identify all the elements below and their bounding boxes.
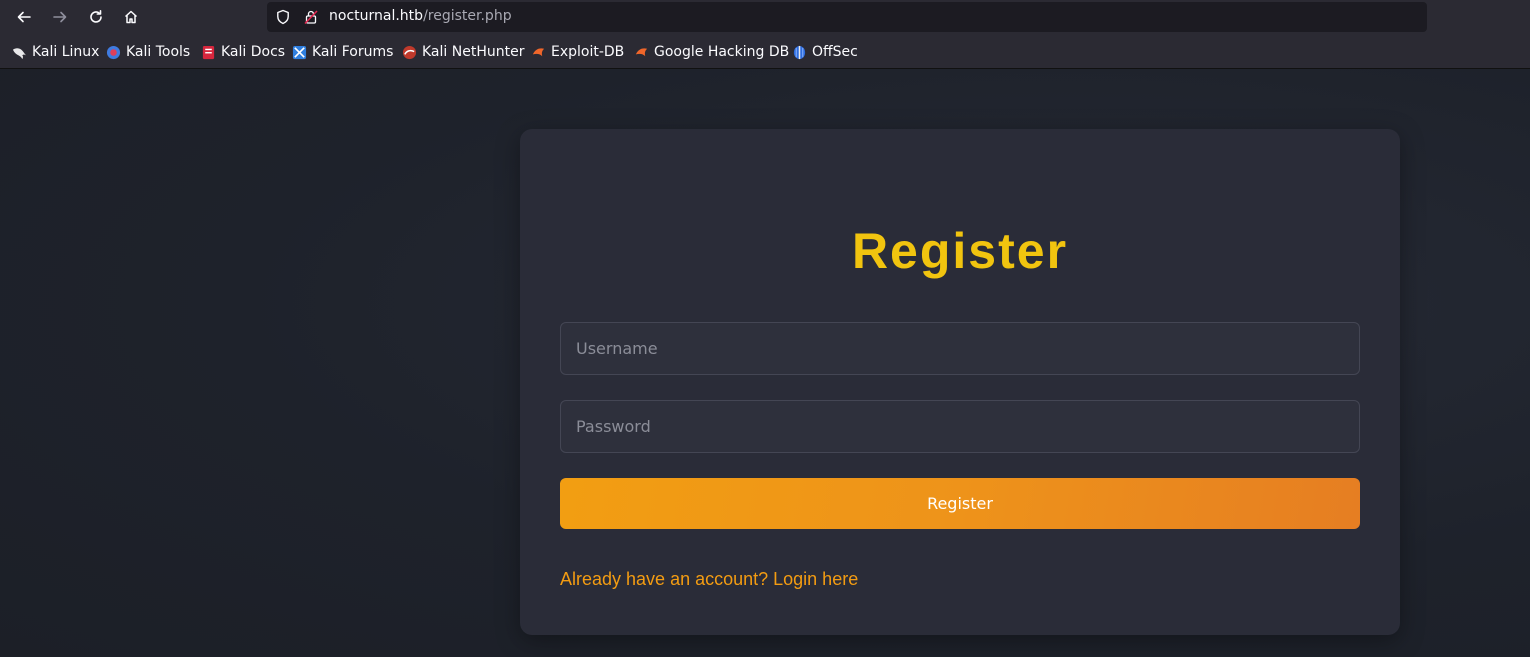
bookmark-label: OffSec [812, 44, 858, 60]
back-arrow-icon [17, 11, 31, 23]
forward-arrow-icon [53, 11, 67, 23]
kali-tools-icon [106, 45, 121, 59]
offsec-icon [793, 45, 806, 59]
bookmarks-toolbar: Kali Linux Kali Tools Kali Docs Kali For… [0, 38, 1530, 66]
home-icon [124, 10, 138, 24]
kali-dragon-icon [12, 47, 27, 59]
forward-button[interactable] [47, 4, 73, 30]
page-title: Register [851, 223, 1069, 279]
browser-toolbar: nocturnal.htb/register.php [0, 0, 1530, 34]
kali-forums-icon [292, 45, 307, 59]
exploit-db-icon [532, 47, 545, 56]
bookmark-kali-docs[interactable]: Kali Docs [201, 42, 285, 62]
google-hacking-db-icon [635, 47, 648, 56]
login-link[interactable]: Already have an account? Login here [560, 569, 858, 590]
url-path: /register.php [423, 8, 512, 24]
bookmark-label: Google Hacking DB [654, 44, 790, 60]
bookmark-label: Kali Forums [312, 44, 394, 60]
register-card: Register Register Already have an accoun… [520, 129, 1400, 635]
bookmark-kali-nethunter[interactable]: Kali NetHunter [402, 42, 524, 62]
page-content: Register Register Already have an accoun… [0, 69, 1530, 657]
register-button[interactable]: Register [560, 478, 1360, 529]
kali-nethunter-icon [402, 45, 417, 59]
url-bar[interactable]: nocturnal.htb/register.php [267, 2, 1427, 32]
insecure-lock-icon[interactable] [303, 9, 319, 25]
back-button[interactable] [11, 4, 37, 30]
bookmark-kali-tools[interactable]: Kali Tools [106, 42, 190, 62]
bookmark-google-hacking-db[interactable]: Google Hacking DB [634, 42, 789, 62]
bookmark-label: Kali Linux [32, 44, 100, 60]
bookmark-exploit-db[interactable]: Exploit-DB [531, 42, 624, 62]
password-input[interactable] [560, 400, 1360, 453]
bookmark-offsec[interactable]: OffSec [792, 42, 858, 62]
bookmark-label: Kali Tools [126, 44, 191, 60]
shield-icon[interactable] [275, 9, 291, 25]
bookmark-label: Exploit-DB [551, 44, 625, 60]
home-button[interactable] [118, 4, 144, 30]
username-input[interactable] [560, 322, 1360, 375]
bookmark-kali-forums[interactable]: Kali Forums [292, 42, 393, 62]
bookmark-kali-linux[interactable]: Kali Linux [12, 42, 99, 62]
bookmark-label: Kali NetHunter [422, 44, 525, 60]
kali-docs-icon [202, 45, 215, 59]
url-host: nocturnal.htb [329, 8, 424, 24]
reload-icon [90, 10, 102, 23]
bookmark-label: Kali Docs [221, 44, 286, 60]
url-text[interactable]: nocturnal.htb/register.php [329, 8, 512, 24]
browser-chrome: nocturnal.htb/register.php Kali Linux Ka… [0, 0, 1530, 69]
reload-button[interactable] [83, 4, 109, 30]
